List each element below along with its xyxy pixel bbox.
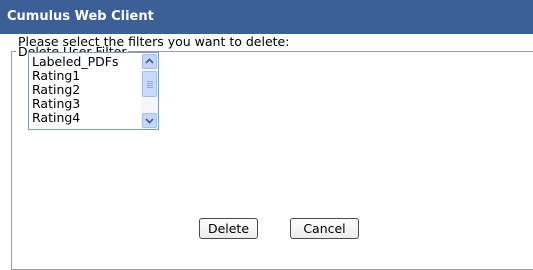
- select-prompt: Please select the filters you want to de…: [18, 34, 290, 49]
- listbox-scrollbar[interactable]: [141, 53, 158, 129]
- scrollbar-thumb[interactable]: [142, 71, 157, 97]
- app-title: Cumulus Web Client: [7, 9, 154, 24]
- cancel-button[interactable]: Cancel: [290, 218, 359, 239]
- filter-option[interactable]: Rating4: [32, 111, 142, 125]
- filter-option[interactable]: Rating1: [32, 69, 142, 83]
- thumb-grip: [147, 83, 153, 84]
- arrow-down-icon: [145, 118, 154, 124]
- filter-option[interactable]: Rating2: [32, 83, 142, 97]
- scroll-up-button[interactable]: [142, 54, 157, 69]
- scroll-down-button[interactable]: [142, 113, 157, 128]
- filter-list: Labeled_PDFs Rating1 Rating2 Rating3 Rat…: [32, 55, 142, 125]
- delete-button[interactable]: Delete: [199, 218, 258, 239]
- thumb-grip: [147, 85, 153, 86]
- title-bar: Cumulus Web Client: [0, 0, 533, 35]
- filter-option[interactable]: Rating3: [32, 97, 142, 111]
- arrow-up-icon: [145, 58, 154, 64]
- filter-listbox[interactable]: Labeled_PDFs Rating1 Rating2 Rating3 Rat…: [28, 52, 159, 130]
- filter-option[interactable]: Labeled_PDFs: [32, 55, 142, 69]
- thumb-grip: [147, 81, 153, 82]
- thumb-grip: [147, 87, 153, 88]
